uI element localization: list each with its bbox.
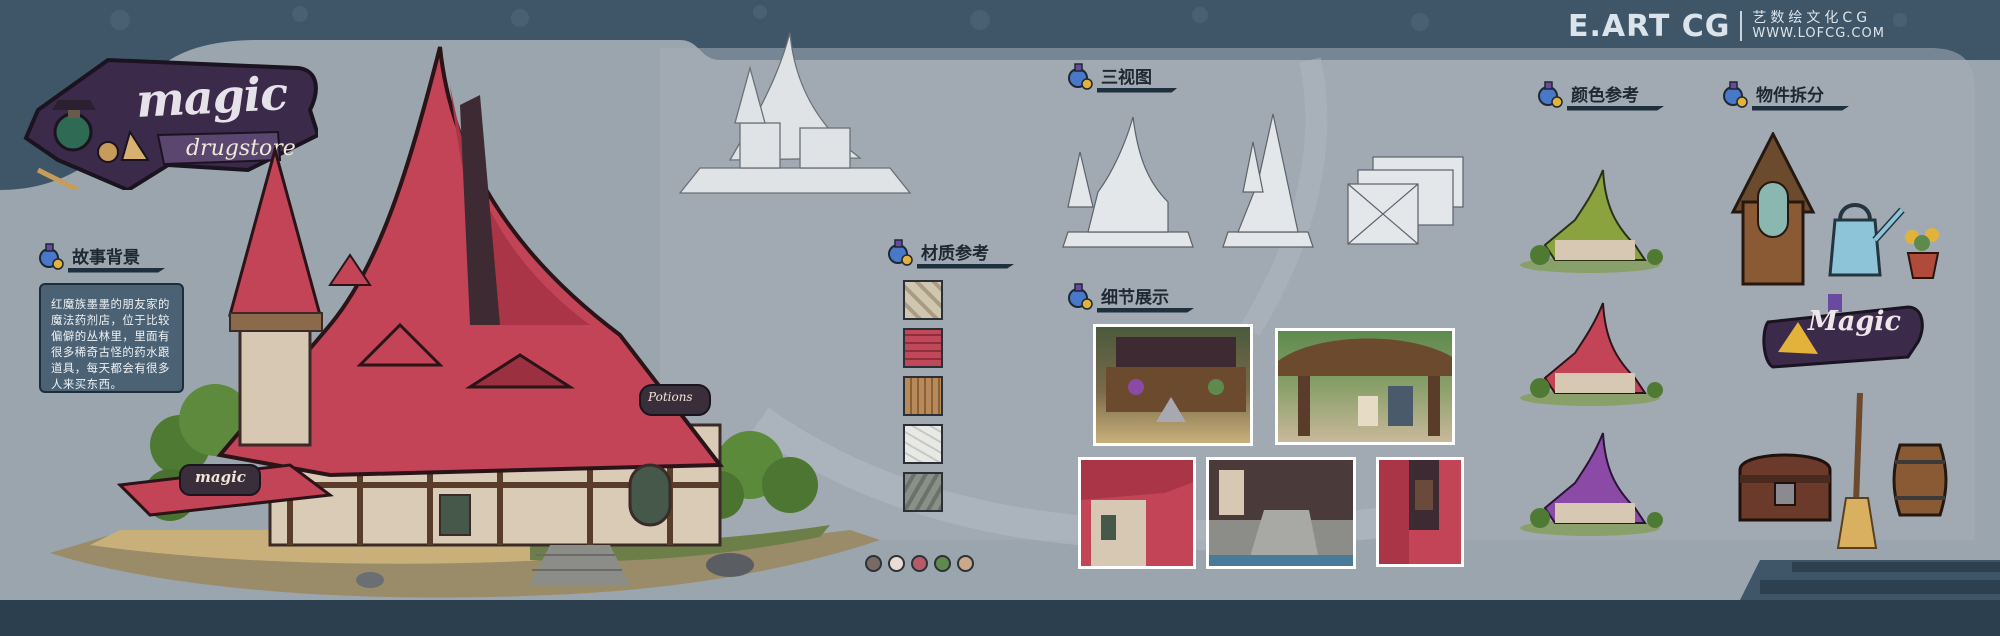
section-colors-title: 颜色参考 <box>1571 81 1639 106</box>
breakdown-window-item <box>1730 132 1816 286</box>
material-cobblestone-swatch <box>903 472 943 512</box>
building-magic-sign: magic <box>195 468 246 486</box>
line-sketch-illustration <box>678 32 912 194</box>
potion-icon <box>1723 81 1748 108</box>
breakdown-sign-word: Magic <box>1808 306 1901 337</box>
brand-url: WWW.LOFCG.COM <box>1752 25 1885 41</box>
treasure-chest-icon <box>1738 453 1832 522</box>
brand-name: E.ART CG <box>1568 8 1731 44</box>
section-details-heading: 细节展示 <box>1065 280 1169 310</box>
detail-roof-panel <box>1376 457 1464 567</box>
detail-stairs-panel <box>1206 457 1356 569</box>
palette-swatch-4 <box>934 555 951 572</box>
material-stone-swatch <box>903 280 943 320</box>
building-potions-sign: Potions <box>648 390 693 404</box>
brand-divider <box>1740 11 1743 41</box>
section-materials-heading: 材质参考 <box>885 236 989 266</box>
flower-pot-icon <box>1905 228 1940 279</box>
barrel-icon <box>1892 443 1948 517</box>
section-details-title: 细节展示 <box>1101 283 1169 308</box>
potion-icon <box>1068 63 1093 90</box>
material-plaster-swatch <box>903 424 943 464</box>
potion-icon <box>888 239 913 266</box>
detail-turret-panel <box>1078 457 1196 569</box>
brand-meta: 艺数绘文化CG WWW.LOFCG.COM <box>1752 10 1885 41</box>
color-variant-purple <box>1520 432 1663 536</box>
section-materials-title: 材质参考 <box>921 239 989 264</box>
material-roof-tile-swatch <box>903 328 943 368</box>
material-wood-swatch <box>903 376 943 416</box>
potion-icon <box>1538 81 1563 108</box>
section-breakdown-title: 物件拆分 <box>1756 81 1824 106</box>
potion-icon <box>1068 283 1093 310</box>
section-three-view-heading: 三视图 <box>1065 60 1152 90</box>
watering-can-icon <box>1828 203 1905 277</box>
detail-shop-counter-panel <box>1093 324 1253 446</box>
palette-swatch-1 <box>865 555 882 572</box>
brand-header: E.ART CG 艺数绘文化CG WWW.LOFCG.COM <box>1568 6 1885 46</box>
concept-sheet: E.ART CG 艺数绘文化CG WWW.LOFCG.COM magic dru… <box>0 0 2000 636</box>
color-variant-green <box>1520 169 1663 273</box>
color-variant-red <box>1520 302 1663 406</box>
broom-icon <box>1836 392 1878 549</box>
detail-porch-panel <box>1275 328 1455 445</box>
section-breakdown-heading: 物件拆分 <box>1720 78 1824 108</box>
three-view-drawings <box>1062 113 1464 248</box>
section-colors-heading: 颜色参考 <box>1535 78 1639 108</box>
palette-swatch-2 <box>888 555 905 572</box>
brand-chinese-name: 艺数绘文化CG <box>1752 10 1872 27</box>
palette-swatch-5 <box>957 555 974 572</box>
section-three-view-title: 三视图 <box>1101 63 1152 88</box>
palette-swatch-3 <box>911 555 928 572</box>
